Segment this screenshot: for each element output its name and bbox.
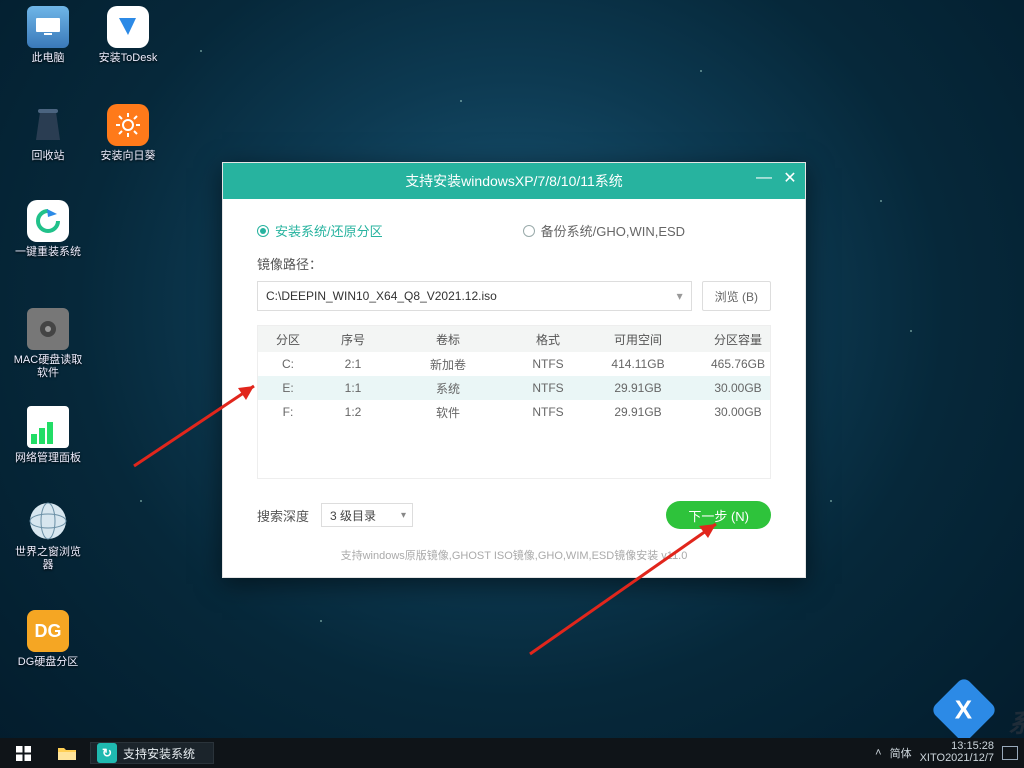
ime-indicator[interactable]: 简体 <box>890 745 912 761</box>
partition-table: 分区序号卷标格式可用空间分区容量 C:2:1新加卷NTFS414.11GB465… <box>257 325 771 479</box>
desktop-icon-sunflower[interactable]: 安装向日葵 <box>92 104 164 163</box>
window-title: 支持安装windowsXP/7/8/10/11系统 <box>405 171 623 191</box>
desktop-icon-this-pc[interactable]: 此电脑 <box>12 6 84 65</box>
taskbar-file-explorer[interactable] <box>46 738 88 768</box>
tab-install-restore[interactable]: 安装系统/还原分区 <box>257 221 383 240</box>
desktop-icon-recycle-bin[interactable]: 回收站 <box>12 104 84 163</box>
search-depth-label: 搜索深度 <box>257 506 309 525</box>
next-button[interactable]: 下一步 (N) <box>666 501 771 529</box>
table-header: 分区序号卷标格式可用空间分区容量 <box>258 326 770 352</box>
table-row[interactable]: F:1:2软件NTFS29.91GB30.00GB <box>258 400 770 424</box>
table-row[interactable]: E:1:1系统NTFS29.91GB30.00GB <box>258 376 770 400</box>
desktop-icon-reinstall[interactable]: 一键重装系统 <box>12 200 84 259</box>
notification-icon[interactable] <box>1002 746 1018 760</box>
minimize-button[interactable]: — <box>757 171 771 185</box>
image-path-input[interactable]: C:\DEEPIN_WIN10_X64_Q8_V2021.12.iso ▾ <box>257 281 692 311</box>
footer-hint: 支持windows原版镜像,GHOST ISO镜像,GHO,WIM,ESD镜像安… <box>243 541 785 563</box>
titlebar: 支持安装windowsXP/7/8/10/11系统 — ✕ <box>223 163 805 199</box>
desktop-icon-todesk[interactable]: 安装ToDesk <box>92 6 164 65</box>
image-path-value: C:\DEEPIN_WIN10_X64_Q8_V2021.12.iso <box>266 289 497 303</box>
table-row[interactable]: C:2:1新加卷NTFS414.11GB465.76GB <box>258 352 770 376</box>
radio-dot-icon <box>257 225 269 237</box>
folder-icon <box>57 745 77 761</box>
tab-backup[interactable]: 备份系统/GHO,WIN,ESD <box>523 221 685 240</box>
system-tray[interactable]: ˄ 简体 13:15:28 XITO2021/12/7 <box>875 741 1024 764</box>
tray-chevron-up-icon[interactable]: ˄ <box>875 747 881 759</box>
installer-icon: ↻ <box>97 743 117 763</box>
desktop-icon-browser[interactable]: 世界之窗浏览器 <box>12 500 84 572</box>
image-path-label: 镜像路径： <box>243 254 785 281</box>
taskbar-app-installer[interactable]: ↻ 支持安装系统 <box>90 742 214 764</box>
close-button[interactable]: ✕ <box>783 171 797 185</box>
windows-icon <box>16 746 31 761</box>
dropdown-icon[interactable]: ▾ <box>677 289 683 303</box>
desktop-icon-dg-partition[interactable]: DG DG硬盘分区 <box>12 610 84 669</box>
browse-button[interactable]: 浏览 (B) <box>702 281 771 311</box>
desktop-icon-mac-hdd[interactable]: MAC硬盘读取软件 <box>12 308 84 380</box>
desktop-icon-network-panel[interactable]: 网络管理面板 <box>12 406 84 465</box>
taskbar: ↻ 支持安装系统 ˄ 简体 13:15:28 XITO2021/12/7 <box>0 738 1024 768</box>
watermark: X 系统 <box>894 684 1024 740</box>
start-button[interactable] <box>0 738 46 768</box>
installer-window: 支持安装windowsXP/7/8/10/11系统 — ✕ 安装系统/还原分区 … <box>222 162 806 578</box>
radio-dot-icon <box>523 225 535 237</box>
search-depth-dropdown[interactable]: 3 级目录 <box>321 503 413 527</box>
clock-date: XITO2021/12/7 <box>920 753 994 765</box>
